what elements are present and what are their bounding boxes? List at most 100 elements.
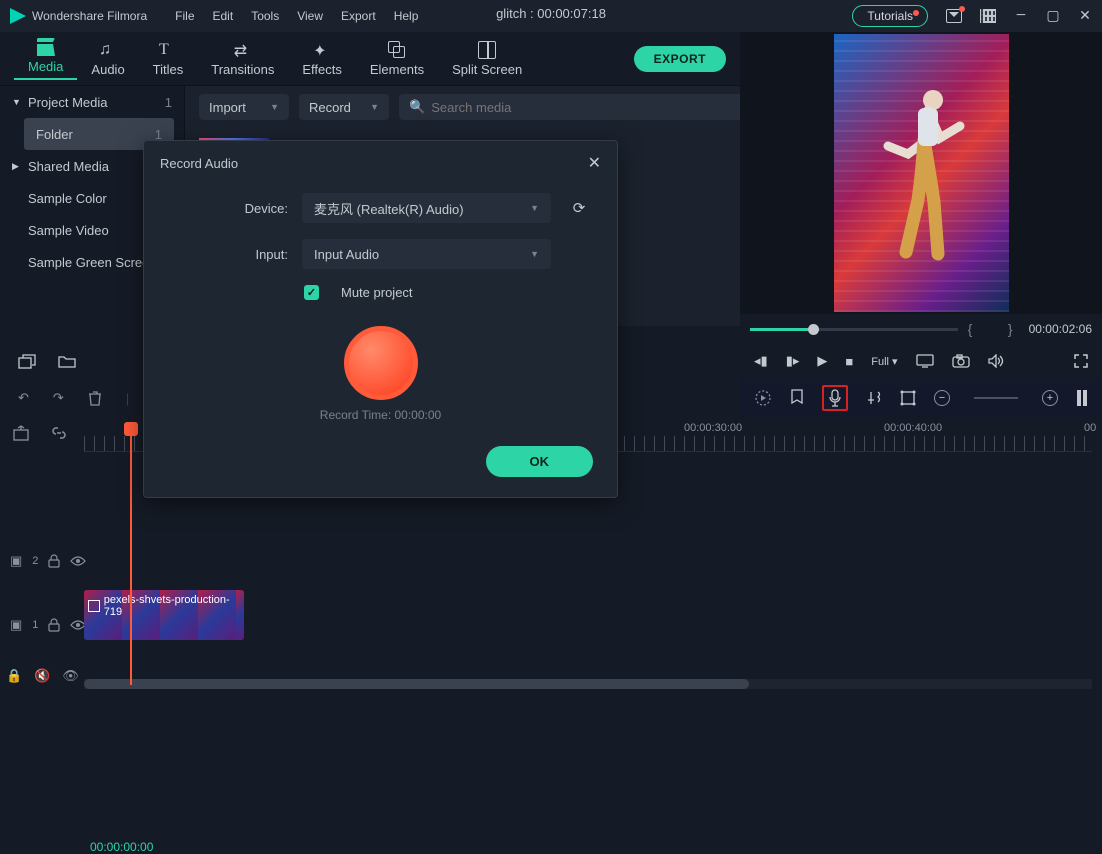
track-header-v2: ▣2 bbox=[0, 536, 84, 586]
export-button[interactable]: EXPORT bbox=[634, 46, 726, 72]
track-audio-visible-icon[interactable]: 👁 bbox=[62, 668, 79, 684]
app-logo-icon bbox=[10, 8, 26, 24]
track-picture-icon[interactable]: ▣ bbox=[10, 553, 22, 569]
quality-dropdown[interactable]: Full ▾ bbox=[871, 355, 897, 368]
record-dropdown[interactable]: Record▼ bbox=[299, 94, 389, 120]
preview-content bbox=[878, 82, 968, 272]
input-label: Input: bbox=[168, 247, 288, 262]
tab-transitions[interactable]: Transitions bbox=[197, 41, 288, 77]
split-screen-icon bbox=[478, 41, 496, 59]
tab-media[interactable]: Media bbox=[14, 38, 77, 80]
tutorials-button[interactable]: Tutorials bbox=[852, 5, 928, 27]
preview-seekbar: { } 00:00:02:06 bbox=[740, 314, 1102, 344]
track-audio-lock-icon[interactable]: 🔒 bbox=[6, 668, 22, 684]
caret-right-icon: ▶ bbox=[12, 161, 22, 172]
audio-mixer-icon[interactable] bbox=[866, 390, 882, 406]
timeline-insert-icon[interactable] bbox=[12, 424, 30, 442]
sidebar-item-project-media[interactable]: ▼Project Media1 bbox=[0, 86, 184, 118]
record-button[interactable] bbox=[344, 326, 418, 400]
preview-viewport bbox=[740, 32, 1102, 314]
close-button[interactable]: ✕ bbox=[1078, 8, 1092, 25]
menubar: File Edit Tools View Export Help bbox=[175, 9, 418, 23]
undo-icon[interactable]: ↶ bbox=[18, 390, 29, 406]
step-back-button[interactable]: ▮▸ bbox=[786, 353, 800, 369]
task-list-icon[interactable] bbox=[980, 9, 996, 23]
stop-button[interactable]: ■ bbox=[845, 354, 853, 369]
messages-icon[interactable] bbox=[946, 9, 962, 23]
ok-button[interactable]: OK bbox=[486, 446, 594, 477]
elements-icon bbox=[388, 41, 406, 59]
record-audio-dialog: Record Audio ✕ Device: 麦克风 (Realtek(R) A… bbox=[143, 140, 618, 498]
display-icon[interactable] bbox=[916, 354, 934, 368]
delete-icon[interactable] bbox=[88, 390, 102, 406]
category-nav: Media Audio Titles Transitions Effects E… bbox=[0, 32, 740, 86]
menu-file[interactable]: File bbox=[175, 9, 194, 23]
import-dropdown[interactable]: Import▼ bbox=[199, 94, 289, 120]
zoom-in-button[interactable]: + bbox=[1042, 390, 1058, 406]
volume-icon[interactable] bbox=[988, 354, 1004, 368]
marker-icon[interactable] bbox=[790, 389, 804, 407]
timeline-scrollbar[interactable] bbox=[84, 679, 1092, 689]
mute-project-checkbox[interactable]: ✓ bbox=[304, 285, 319, 300]
preview-time: 00:00:02:06 bbox=[1029, 322, 1092, 336]
seek-slider[interactable] bbox=[750, 328, 958, 331]
transitions-icon bbox=[234, 41, 252, 59]
minimize-button[interactable]: ─ bbox=[1014, 8, 1028, 24]
project-title: glitch : 00:00:07:18 bbox=[496, 6, 606, 21]
snapshot-icon[interactable] bbox=[952, 354, 970, 368]
audio-icon bbox=[99, 41, 117, 59]
timeline-clip[interactable]: pexels-shvets-production-719 bbox=[84, 590, 244, 640]
tab-split-screen[interactable]: Split Screen bbox=[438, 41, 536, 77]
device-label: Device: bbox=[168, 201, 288, 216]
render-preview-icon[interactable] bbox=[754, 389, 772, 407]
menu-export[interactable]: Export bbox=[341, 9, 376, 23]
device-dropdown[interactable]: 麦克风 (Realtek(R) Audio)▼ bbox=[302, 193, 551, 223]
refresh-devices-icon[interactable]: ⟳ bbox=[565, 199, 593, 217]
crop-icon[interactable] bbox=[900, 390, 916, 406]
folder-icon bbox=[37, 38, 55, 56]
menu-tools[interactable]: Tools bbox=[251, 9, 279, 23]
zoom-out-button[interactable]: − bbox=[934, 390, 950, 406]
menu-edit[interactable]: Edit bbox=[213, 9, 234, 23]
tab-audio[interactable]: Audio bbox=[77, 41, 138, 77]
track-visible-icon[interactable] bbox=[70, 556, 86, 566]
search-icon: 🔍 bbox=[409, 99, 425, 115]
timeline-time-indicator: 00:00:00:00 bbox=[90, 840, 153, 854]
timeline-playhead[interactable] bbox=[130, 422, 132, 685]
link-icon[interactable] bbox=[50, 424, 68, 442]
timeline-left-controls bbox=[0, 344, 120, 378]
track-lock-icon[interactable] bbox=[48, 618, 60, 632]
record-time: Record Time: 00:00:00 bbox=[144, 408, 617, 422]
tab-titles[interactable]: Titles bbox=[139, 41, 198, 77]
menu-view[interactable]: View bbox=[297, 9, 323, 23]
input-dropdown[interactable]: Input Audio▼ bbox=[302, 239, 551, 269]
dialog-close-button[interactable]: ✕ bbox=[588, 153, 601, 173]
mute-project-label: Mute project bbox=[341, 285, 413, 300]
track-mute-icon[interactable]: 🔇 bbox=[34, 668, 50, 684]
add-track-icon[interactable] bbox=[18, 353, 36, 369]
voiceover-button[interactable] bbox=[822, 385, 848, 411]
fullscreen-icon[interactable] bbox=[1074, 354, 1088, 368]
titlebar: Wondershare Filmora File Edit Tools View… bbox=[0, 0, 1102, 32]
caret-down-icon: ▼ bbox=[12, 97, 22, 107]
play-button[interactable]: ▶ bbox=[817, 353, 827, 369]
preview-controls: ◂▮ ▮▸ ▶ ■ Full ▾ bbox=[740, 344, 1102, 378]
zoom-fit-icon[interactable] bbox=[1076, 389, 1088, 407]
redo-icon[interactable]: ↷ bbox=[53, 390, 64, 406]
new-folder-icon[interactable] bbox=[58, 354, 76, 368]
tab-effects[interactable]: Effects bbox=[288, 41, 356, 77]
marker-braces[interactable]: { } bbox=[968, 321, 1019, 337]
tab-elements[interactable]: Elements bbox=[356, 41, 438, 77]
prev-frame-button[interactable]: ◂▮ bbox=[754, 353, 768, 369]
dialog-title: Record Audio bbox=[160, 156, 238, 171]
menu-help[interactable]: Help bbox=[394, 9, 419, 23]
clip-label: pexels-shvets-production-719 bbox=[88, 594, 244, 618]
track-header-v1: ▣1 bbox=[0, 600, 84, 650]
track-picture-icon[interactable]: ▣ bbox=[10, 617, 22, 633]
zoom-slider[interactable] bbox=[974, 397, 1018, 399]
effects-icon bbox=[313, 41, 331, 59]
timeline-tools: − + bbox=[740, 378, 1102, 418]
maximize-button[interactable]: ▢ bbox=[1046, 8, 1060, 25]
app-name: Wondershare Filmora bbox=[32, 9, 147, 23]
track-lock-icon[interactable] bbox=[48, 554, 60, 568]
